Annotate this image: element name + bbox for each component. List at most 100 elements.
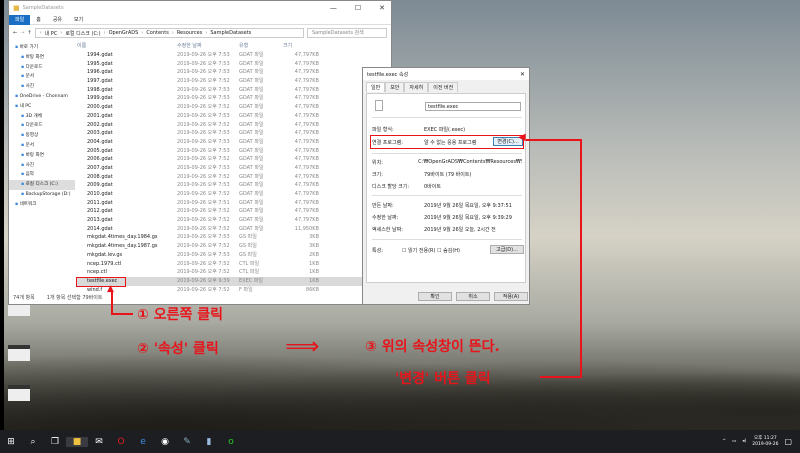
nav-item[interactable]: ▪ 내 PC <box>9 102 75 112</box>
file-row[interactable]: 2009.gdat 2019-09-26 오후 7:53 GDAT 파일 47,797… <box>77 181 387 190</box>
close-button[interactable]: ✕ <box>379 4 385 12</box>
column-type[interactable]: 유형 <box>239 41 283 51</box>
file-row[interactable]: 2002.gdat 2019-09-26 오후 7:52 GDAT 파일 47,797… <box>77 121 387 130</box>
file-row[interactable]: mkgdat.4times_day.1987.gs 2019-09-26 오후 7… <box>77 242 387 251</box>
nav-item[interactable]: ▪ 음악 <box>9 170 75 180</box>
file-row[interactable]: 2010.gdat 2019-09-26 오후 7:52 GDAT 파일 47,797… <box>77 190 387 199</box>
edge-icon[interactable]: e <box>132 437 154 447</box>
nav-item[interactable]: ▪ 바탕 화면 <box>9 53 75 63</box>
nav-item[interactable]: ▪ 문서 <box>9 72 75 82</box>
breadcrumb[interactable]: › 내 PC › 로컬 디스크 (C:) › OpenGrADS › Contents › Res… <box>34 28 304 38</box>
volume-icon[interactable]: ◂) <box>742 439 746 444</box>
file-row[interactable]: 2007.gdat 2019-09-26 오후 7:53 GDAT 파일 47,797… <box>77 164 387 173</box>
back-icon[interactable]: ← <box>13 30 17 36</box>
nav-item[interactable]: ▪ 바탕 화면 <box>9 151 75 161</box>
file-row[interactable]: 2014.gdat 2019-09-26 오후 7:52 GDAT 파일 11,950… <box>77 225 387 234</box>
cancel-button[interactable]: 취소 <box>456 292 490 301</box>
network-icon[interactable]: ▭ <box>732 439 736 444</box>
file-size: 47,797KB <box>294 182 319 189</box>
file-row[interactable]: ncep.ctl 2019-09-26 오후 7:52 CTL 파일 1KB <box>77 268 387 277</box>
desktop-shortcut[interactable] <box>8 345 30 361</box>
nav-item[interactable]: ▪ BackupStorage (D:) <box>9 190 75 200</box>
task-view-icon[interactable]: ❐ <box>44 437 66 447</box>
opera-icon[interactable]: O <box>110 437 132 447</box>
app-icon[interactable]: ▮ <box>198 437 220 447</box>
breadcrumb-item[interactable]: 로컬 디스크 (C:) <box>65 30 100 37</box>
nav-item-label: 바탕 화면 <box>25 152 44 158</box>
breadcrumb-item[interactable]: 내 PC <box>45 30 58 37</box>
file-row[interactable]: 2001.gdat 2019-09-26 오후 7:53 GDAT 파일 47,797… <box>77 112 387 121</box>
file-row[interactable]: 1997.gdat 2019-09-26 오후 7:52 GDAT 파일 47,797… <box>77 77 387 86</box>
minimize-button[interactable]: — <box>330 4 337 12</box>
breadcrumb-item[interactable]: Resources <box>177 30 203 36</box>
column-name[interactable]: 이름 <box>77 41 177 51</box>
clock[interactable]: 오후 11:27 2019-09-26 <box>752 436 778 448</box>
tab-security[interactable]: 보안 <box>385 82 405 92</box>
readonly-checkbox[interactable]: ☐ 읽기 전용(R) <box>402 247 435 254</box>
nav-item[interactable]: ▪ 로컬 디스크 (C:) <box>9 180 75 190</box>
desktop-shortcut[interactable] <box>8 385 30 401</box>
file-type: GDAT 파일 <box>239 217 264 224</box>
filename-field[interactable]: testfile.exec <box>425 102 521 111</box>
nav-item[interactable]: ▪ OneDrive - Chonnam <box>9 92 75 102</box>
file-row[interactable]: mkgdat.lev.gs 2019-09-26 오후 7:53 GS 파일 2KB <box>77 251 387 260</box>
windows-start-icon[interactable]: ⊞ <box>0 437 22 447</box>
nav-item[interactable]: ▪ 동영상 <box>9 131 75 141</box>
tab-details[interactable]: 자세히 <box>404 82 429 92</box>
notification-icon[interactable]: ▢ <box>784 437 792 446</box>
file-row[interactable]: 2000.gdat 2019-09-26 오후 7:52 GDAT 파일 47,797… <box>77 103 387 112</box>
maximize-button[interactable]: ☐ <box>355 4 361 12</box>
apply-button[interactable]: 적용(A) <box>494 292 528 301</box>
column-modified[interactable]: 수정한 날짜 <box>177 41 239 51</box>
ribbon-tab-file[interactable]: 파일 <box>9 14 31 25</box>
ok-button[interactable]: 확인 <box>418 292 452 301</box>
file-row[interactable]: 2008.gdat 2019-09-26 오후 7:52 GDAT 파일 47,797… <box>77 173 387 182</box>
close-icon[interactable]: ✕ <box>520 71 529 78</box>
file-row[interactable]: 2006.gdat 2019-09-26 오후 7:52 GDAT 파일 47,797… <box>77 155 387 164</box>
nav-item[interactable]: ▪ 다운로드 <box>9 63 75 73</box>
breadcrumb-item[interactable]: SampleDatasets <box>210 30 251 36</box>
file-row[interactable]: 2013.gdat 2019-09-26 오후 7:52 GDAT 파일 47,797… <box>77 216 387 225</box>
file-explorer-icon[interactable]: ■ <box>66 436 88 447</box>
app-icon[interactable]: o <box>220 437 242 447</box>
file-name: 2008.gdat <box>87 173 113 180</box>
file-row[interactable]: 2003.gdat 2019-09-26 오후 7:53 GDAT 파일 47,797… <box>77 129 387 138</box>
ribbon-tab-home[interactable]: 홈 <box>30 15 47 25</box>
nav-item[interactable]: ▪ 다운로드 <box>9 121 75 131</box>
nav-item[interactable]: ▪ 네트워크 <box>9 200 75 210</box>
advanced-button[interactable]: 고급(D)... <box>490 245 524 254</box>
breadcrumb-item[interactable]: OpenGrADS <box>109 30 139 36</box>
file-row[interactable]: mkgdat.4times_day.1984.gs 2019-09-26 오후 7… <box>77 233 387 242</box>
breadcrumb-item[interactable]: Contents <box>146 30 169 36</box>
nav-item[interactable]: ▪ 사진 <box>9 161 75 171</box>
file-size: 47,797KB <box>294 60 319 67</box>
tab-previous-versions[interactable]: 이전 버전 <box>428 82 459 92</box>
column-size[interactable]: 크기 <box>283 41 327 51</box>
nav-item[interactable]: ▪ 바로 가기 <box>9 43 75 53</box>
app-icon[interactable]: ◉ <box>154 437 176 447</box>
ribbon-tab-view[interactable]: 보기 <box>68 15 89 25</box>
forward-icon[interactable]: → <box>20 30 24 36</box>
nav-item[interactable]: ▪ 문서 <box>9 141 75 151</box>
up-icon[interactable]: ↑ <box>27 30 31 36</box>
nav-item[interactable]: ▪ 사진 <box>9 82 75 92</box>
file-row[interactable]: ncep.1979.ctl 2019-09-26 오후 7:52 CTL 파일 1KB <box>77 260 387 269</box>
hidden-checkbox[interactable]: ☐ 숨김(H) <box>437 247 460 254</box>
mail-icon[interactable]: ✉ <box>88 437 110 447</box>
paint-icon[interactable]: ✎ <box>176 437 198 447</box>
tab-general[interactable]: 일반 <box>366 82 386 92</box>
file-row[interactable]: 1996.gdat 2019-09-26 오후 7:53 GDAT 파일 47,797… <box>77 68 387 77</box>
nav-item[interactable]: ▪ 3D 개체 <box>9 112 75 122</box>
search-icon[interactable]: ⌕ <box>22 437 44 447</box>
file-row[interactable]: 1999.gdat 2019-09-26 오후 7:53 GDAT 파일 47,797… <box>77 94 387 103</box>
file-row[interactable]: 2011.gdat 2019-09-26 오후 7:51 GDAT 파일 47,797… <box>77 199 387 208</box>
file-row[interactable]: 1994.gdat 2019-09-26 오후 7:53 GDAT 파일 47,797… <box>77 51 387 60</box>
file-row[interactable]: 1998.gdat 2019-09-26 오후 7:53 GDAT 파일 47,797… <box>77 86 387 95</box>
chevron-up-icon[interactable]: ^ <box>722 439 726 444</box>
ribbon-tab-share[interactable]: 공유 <box>47 15 68 25</box>
file-row[interactable]: 2012.gdat 2019-09-26 오후 7:52 GDAT 파일 47,797… <box>77 207 387 216</box>
file-row[interactable]: 1995.gdat 2019-09-26 오후 7:53 GDAT 파일 47,797… <box>77 60 387 69</box>
search-input[interactable]: SampleDatasets 검색 <box>307 28 387 38</box>
file-row[interactable]: 2004.gdat 2019-09-26 오후 7:53 GDAT 파일 47,797… <box>77 138 387 147</box>
file-row[interactable]: 2005.gdat 2019-09-26 오후 7:53 GDAT 파일 47,797… <box>77 147 387 156</box>
